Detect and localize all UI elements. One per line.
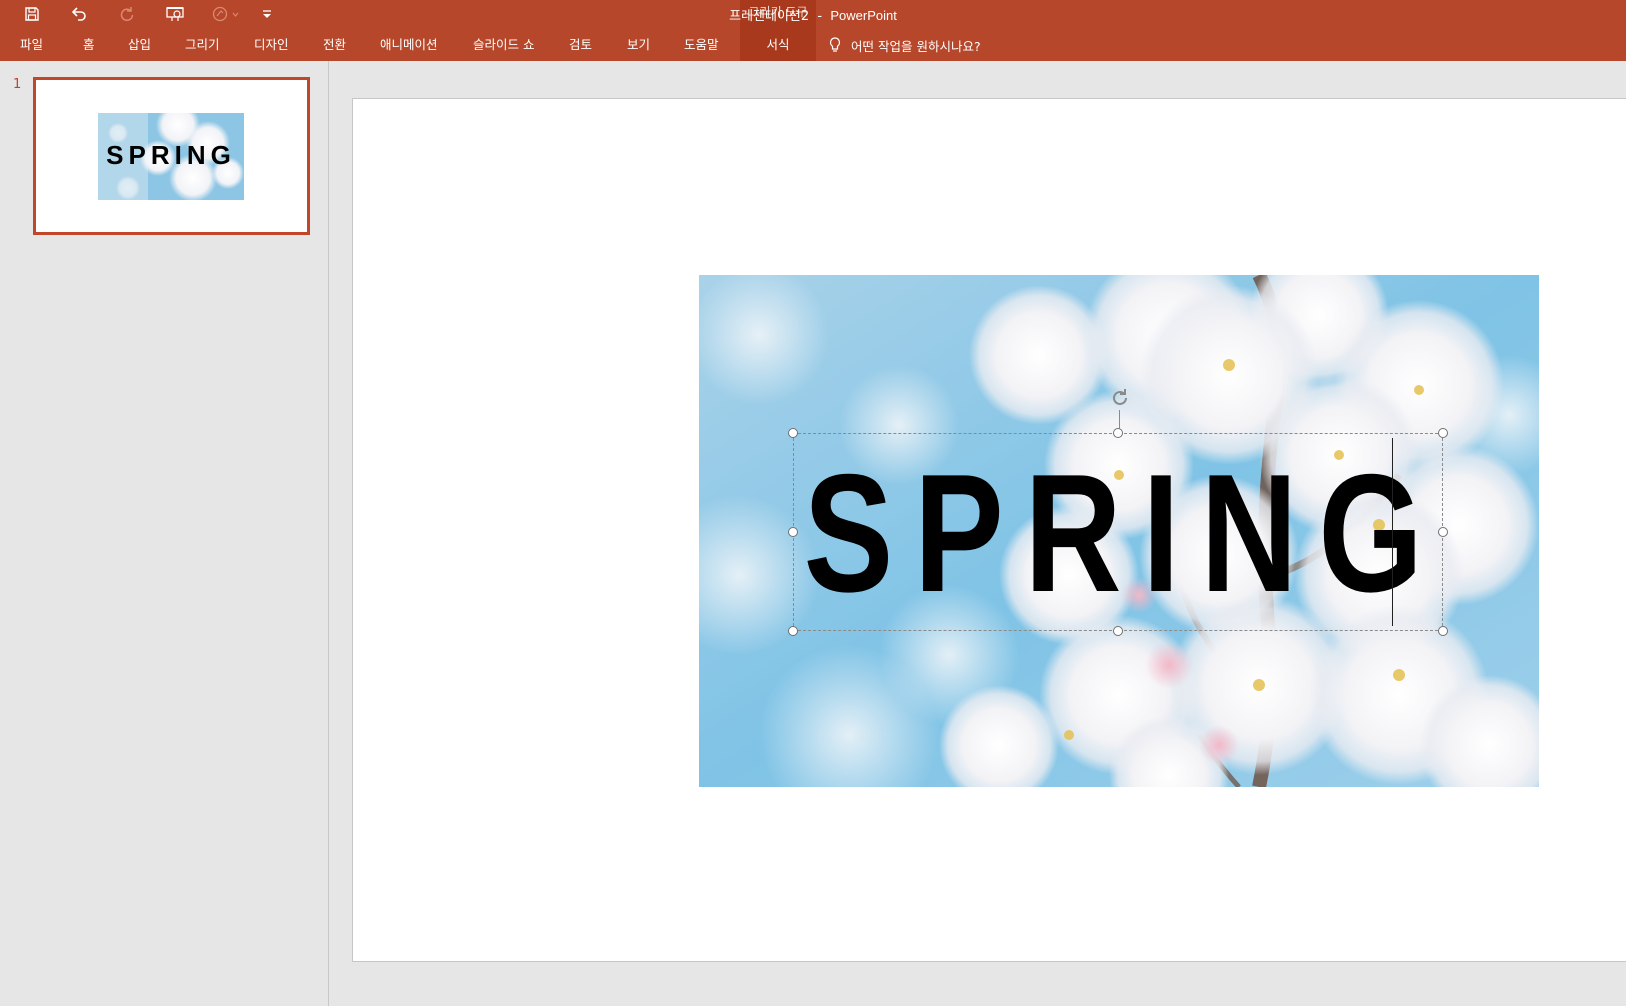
ribbon-tabs: 파일 홈 삽입 그리기 디자인 전환 애니메이션 슬라이드 쇼 검토 보기 도움… <box>0 29 1626 61</box>
tab-home[interactable]: 홈 <box>83 29 95 61</box>
tab-review[interactable]: 검토 <box>569 29 592 61</box>
title-bar: 그리기 도구 프레젠테이션2 - PowerPoint <box>0 0 1626 29</box>
thumbnail-title: SPRING <box>106 140 236 170</box>
resize-handle-top-right[interactable] <box>1438 428 1448 438</box>
tab-format[interactable]: 서식 <box>740 29 816 61</box>
tab-animations[interactable]: 애니메이션 <box>380 29 438 61</box>
spring-text-box[interactable]: SPRING <box>788 389 1448 636</box>
tab-file[interactable]: 파일 <box>20 29 43 61</box>
tab-transitions[interactable]: 전환 <box>323 29 346 61</box>
thumbnail-photo: SPRING <box>98 113 244 200</box>
resize-handle-bottom-left[interactable] <box>788 626 798 636</box>
app-name: PowerPoint <box>830 8 897 23</box>
tab-insert[interactable]: 삽입 <box>128 29 151 61</box>
tell-me-text: 어떤 작업을 원하시나요? <box>851 38 981 54</box>
tab-draw[interactable]: 그리기 <box>185 29 220 61</box>
slide-editor: SPRING <box>330 61 1626 1006</box>
window-title: 프레젠테이션2 - PowerPoint <box>0 5 1626 24</box>
lightbulb-icon <box>829 37 841 53</box>
tell-me-search[interactable]: 어떤 작업을 원하시나요? <box>829 29 981 61</box>
resize-handle-top[interactable] <box>1113 428 1123 438</box>
rotate-handle-icon[interactable] <box>1108 386 1132 410</box>
tab-help[interactable]: 도움말 <box>684 29 719 61</box>
resize-handle-top-left[interactable] <box>788 428 798 438</box>
slide-thumbnail-pane: 1 SPRING <box>0 61 329 1006</box>
slide-number: 1 <box>13 77 22 92</box>
resize-handle-right[interactable] <box>1438 527 1448 537</box>
slide-title-text[interactable]: SPRING <box>794 434 1423 632</box>
resize-handle-bottom[interactable] <box>1113 626 1123 636</box>
slide-thumbnail[interactable]: SPRING <box>33 77 310 235</box>
tab-view[interactable]: 보기 <box>627 29 650 61</box>
slide-canvas[interactable]: SPRING <box>352 98 1626 962</box>
document-title: 프레젠테이션2 <box>729 9 810 24</box>
tab-slideshow[interactable]: 슬라이드 쇼 <box>473 29 534 61</box>
resize-handle-bottom-right[interactable] <box>1438 626 1448 636</box>
text-cursor <box>1392 438 1393 626</box>
title-separator: - <box>809 9 831 24</box>
resize-handle-left[interactable] <box>788 527 798 537</box>
tab-design[interactable]: 디자인 <box>254 29 289 61</box>
